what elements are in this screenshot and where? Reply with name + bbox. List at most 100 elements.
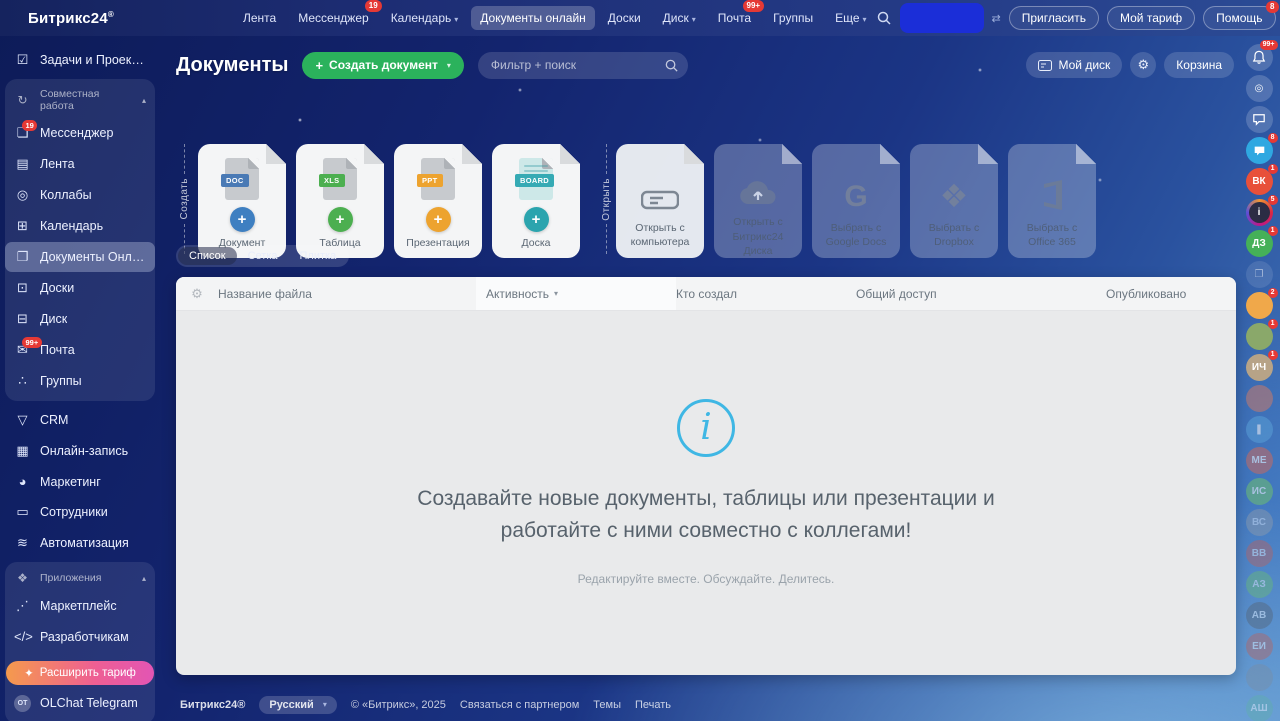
contact-avatar[interactable]: ВВ bbox=[1246, 540, 1273, 567]
open-from-bitrix-drive-card[interactable]: Открыть с Битрикс24 Диска bbox=[714, 144, 802, 258]
sidebar-item-collabs[interactable]: ◎Коллабы bbox=[5, 180, 155, 210]
help-button[interactable]: Помощь8 bbox=[1203, 6, 1275, 30]
sidebar-item-boards[interactable]: ⊡Доски bbox=[5, 273, 155, 303]
invite-button[interactable]: Пригласить bbox=[1009, 6, 1099, 30]
search-icon[interactable] bbox=[876, 10, 892, 26]
add-document-button[interactable]: + bbox=[230, 207, 255, 232]
create-presentation-card[interactable]: PPT + Презентация bbox=[394, 144, 482, 258]
sidebar-item-tasks[interactable]: ☑Задачи и Проекты bbox=[5, 45, 155, 75]
sidebar-item-feed[interactable]: ▤Лента bbox=[5, 149, 155, 179]
app-icon[interactable]: ❐ bbox=[1246, 261, 1273, 288]
sidebar-item-mail[interactable]: ✉99+Почта bbox=[5, 335, 155, 365]
chevron-up-icon: ▴ bbox=[142, 96, 146, 105]
sidebar-item-automation[interactable]: ≋Автоматизация bbox=[5, 528, 155, 558]
contact-avatar[interactable]: АВ bbox=[1246, 602, 1273, 629]
footer-brand[interactable]: Битрикс24® bbox=[180, 699, 245, 711]
sidebar-item-messenger[interactable]: ❏19Мессенджер bbox=[5, 118, 155, 148]
sidebar-item-developers[interactable]: </>Разработчикам bbox=[5, 622, 155, 651]
contact-avatar[interactable]: ИЧ1 bbox=[1246, 354, 1273, 381]
sidebar-item-marketing[interactable]: ◕Маркетинг bbox=[5, 467, 155, 496]
calendar-icon: ⊞ bbox=[14, 218, 31, 234]
sidebar-header-collaboration[interactable]: ↻Совместная работа▴ bbox=[5, 81, 155, 117]
mail-badge: 99+ bbox=[743, 0, 765, 12]
choose-from-office365-card[interactable]: Выбрать с Office 365 bbox=[1008, 144, 1096, 258]
my-drive-button[interactable]: Мой диск bbox=[1026, 52, 1122, 78]
tasks-icon: ☑ bbox=[14, 52, 31, 68]
create-document-button[interactable]: + Создать документ ▾ bbox=[302, 52, 463, 79]
upgrade-plan-button[interactable]: ✦Расширить тариф bbox=[6, 661, 154, 685]
contact-avatar[interactable]: АШ bbox=[1246, 695, 1273, 721]
app-logo[interactable]: Битрикс24® bbox=[28, 10, 114, 27]
sidebar-item-online-booking[interactable]: ▦Онлайн-запись bbox=[5, 436, 155, 466]
sidebar-item-crm[interactable]: ▽CRM bbox=[5, 405, 155, 435]
sidebar-item-marketplace[interactable]: ⋰Маркетплейс bbox=[5, 591, 155, 621]
vk-channel-icon[interactable]: ВК1 bbox=[1246, 168, 1273, 195]
nav-boards[interactable]: Доски bbox=[599, 6, 650, 30]
footer-themes-link[interactable]: Темы bbox=[593, 699, 621, 711]
create-board-card[interactable]: BOARD + Доска bbox=[492, 144, 580, 258]
nav-drive[interactable]: Диск▾ bbox=[654, 6, 705, 30]
open-from-computer-card[interactable]: Открыть с компьютера bbox=[616, 144, 704, 258]
add-presentation-button[interactable]: + bbox=[426, 207, 451, 232]
sidebar-item-documents-online[interactable]: ❐Документы Онлайн bbox=[5, 242, 155, 272]
sidebar-item-calendar[interactable]: ⊞Календарь bbox=[5, 211, 155, 241]
footer-print-link[interactable]: Печать bbox=[635, 699, 671, 711]
choose-from-dropbox-card[interactable]: ❖ Выбрать с Dropbox bbox=[910, 144, 998, 258]
choose-from-google-docs-card[interactable]: G Выбрать с Google Docs bbox=[812, 144, 900, 258]
search-icon[interactable] bbox=[664, 58, 679, 73]
rocket-icon: ✦ bbox=[24, 666, 34, 680]
nav-more[interactable]: Еще▾ bbox=[826, 6, 875, 30]
pulse-icon[interactable]: ◎ bbox=[1246, 75, 1273, 102]
transfer-arrows-icon[interactable]: ⇄ bbox=[992, 12, 1001, 25]
column-published[interactable]: Опубликовано bbox=[1106, 277, 1236, 310]
nav-calendar[interactable]: Календарь▾ bbox=[382, 6, 468, 30]
office365-icon bbox=[1036, 166, 1068, 212]
nav-feed[interactable]: Лента bbox=[234, 6, 285, 30]
add-spreadsheet-button[interactable]: + bbox=[328, 207, 353, 232]
nav-messenger[interactable]: Мессенджер19 bbox=[289, 6, 377, 30]
language-selector[interactable]: Русский▾ bbox=[259, 696, 336, 714]
contact-avatar[interactable]: ИС bbox=[1246, 478, 1273, 505]
messenger-chat-icon[interactable]: 8 bbox=[1246, 137, 1273, 164]
marketing-icon: ◕ bbox=[14, 474, 31, 489]
contact-avatar[interactable]: МЕ bbox=[1246, 447, 1273, 474]
contact-avatar[interactable] bbox=[1246, 385, 1273, 412]
contact-avatar[interactable]: АЗ bbox=[1246, 571, 1273, 598]
help-badge: 8 bbox=[1266, 1, 1278, 13]
contact-avatar[interactable] bbox=[1246, 664, 1273, 691]
notifications-bell-icon[interactable]: 99+ bbox=[1246, 44, 1273, 71]
dz-channel-icon[interactable]: ДЗ1 bbox=[1246, 230, 1273, 257]
column-file-name[interactable]: Название файла bbox=[218, 277, 476, 310]
contact-avatar[interactable]: ЕИ bbox=[1246, 633, 1273, 660]
document-cards-row: Создать DOC + Документ XLS + Таблица PPT… bbox=[160, 104, 1240, 254]
columns-settings-gear-icon[interactable]: ⚙ bbox=[176, 277, 218, 310]
trash-button[interactable]: Корзина bbox=[1164, 52, 1234, 78]
chevron-down-icon: ▾ bbox=[323, 700, 327, 709]
contact-avatar[interactable]: ВС bbox=[1246, 509, 1273, 536]
column-activity[interactable]: Активность▾ bbox=[476, 277, 676, 310]
nav-groups[interactable]: Группы bbox=[764, 6, 822, 30]
add-board-button[interactable]: + bbox=[524, 207, 549, 232]
create-document-card[interactable]: DOC + Документ bbox=[198, 144, 286, 258]
column-creator[interactable]: Кто создал bbox=[676, 277, 856, 310]
sidebar-item-olchat-telegram[interactable]: OTOLChat Telegram bbox=[5, 686, 155, 719]
nav-documents-online[interactable]: Документы онлайн bbox=[471, 6, 595, 30]
bookmark-channel-icon[interactable]: ❚ bbox=[1246, 416, 1273, 443]
my-plan-button[interactable]: Мой тариф bbox=[1107, 6, 1195, 30]
sidebar-header-apps[interactable]: ❖Приложения▴ bbox=[5, 564, 155, 590]
settings-gear-button[interactable]: ⚙ bbox=[1130, 52, 1156, 78]
feedback-icon[interactable] bbox=[1246, 106, 1273, 133]
mail-icon: ✉99+ bbox=[14, 342, 31, 358]
sidebar-item-employees[interactable]: ▭Сотрудники bbox=[5, 497, 155, 527]
sidebar-item-groups[interactable]: ∴Группы bbox=[5, 366, 155, 396]
create-spreadsheet-card[interactable]: XLS + Таблица bbox=[296, 144, 384, 258]
footer-partner-link[interactable]: Связаться с партнером bbox=[460, 699, 579, 711]
contact-avatar[interactable]: 2 bbox=[1246, 292, 1273, 319]
instagram-channel-icon[interactable]: i5 bbox=[1246, 199, 1273, 226]
contact-avatar[interactable]: 1 bbox=[1246, 323, 1273, 350]
nav-mail[interactable]: Почта99+ bbox=[709, 6, 760, 30]
filter-search-input[interactable] bbox=[478, 52, 688, 79]
apps-icon: ❖ bbox=[14, 571, 31, 585]
column-shared-access[interactable]: Общий доступ bbox=[856, 277, 1106, 310]
sidebar-item-drive[interactable]: ⊟Диск bbox=[5, 304, 155, 334]
